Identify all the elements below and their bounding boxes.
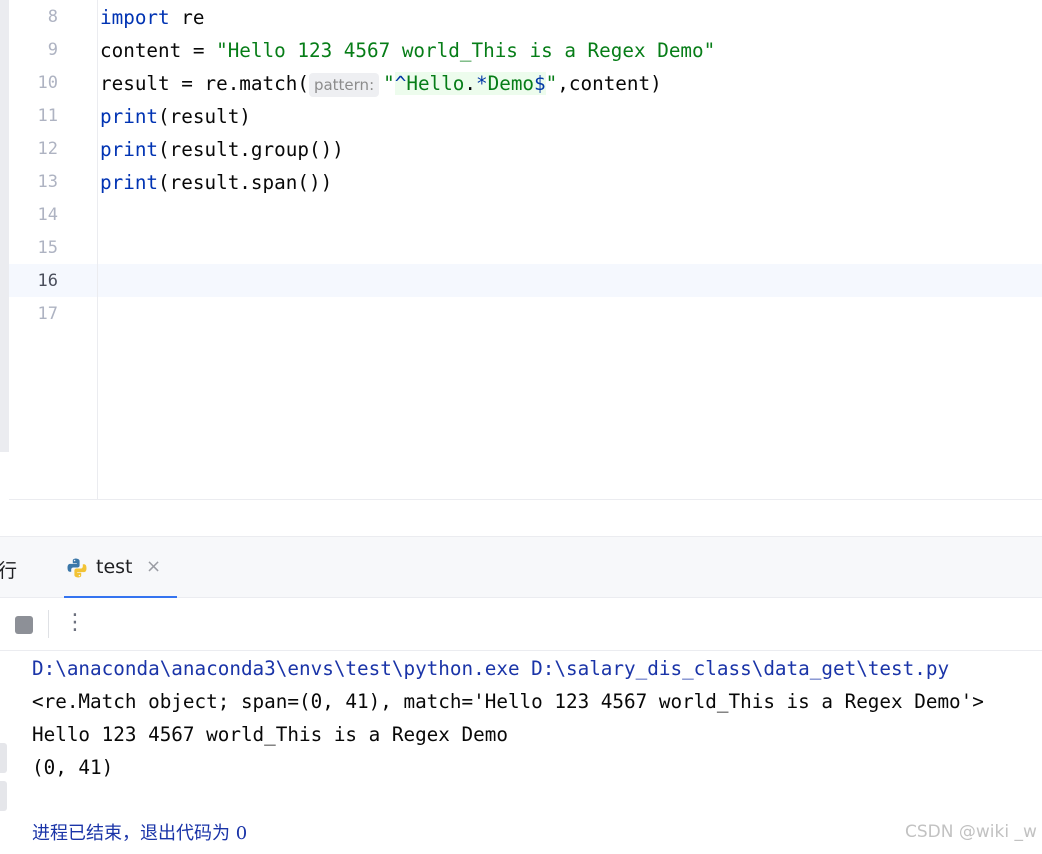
tab-label: test bbox=[96, 556, 133, 578]
line-number: 16 bbox=[37, 271, 58, 291]
tab-run[interactable]: 行 bbox=[0, 556, 17, 583]
toolbar-separator bbox=[48, 610, 49, 638]
code-line-16[interactable]: 16 bbox=[0, 265, 1042, 298]
run-toolbar: ⋮ bbox=[0, 598, 1042, 651]
code-token: ,content) bbox=[557, 72, 662, 95]
line-number: 15 bbox=[37, 238, 58, 258]
code-line-9[interactable]: 9 content = "Hello 123 4567 world_This i… bbox=[0, 34, 1042, 67]
code-text[interactable]: import re bbox=[100, 1, 204, 34]
console-command-line: D:\anaconda\anaconda3\envs\test\python.e… bbox=[32, 657, 950, 680]
scroll-marker bbox=[0, 781, 7, 811]
line-number: 11 bbox=[37, 106, 58, 126]
line-number: 17 bbox=[37, 304, 58, 324]
code-text[interactable]: print(result) bbox=[100, 100, 251, 133]
code-token: (result) bbox=[158, 105, 251, 128]
string-quote: " bbox=[383, 72, 395, 95]
code-token: (result.span()) bbox=[158, 171, 333, 194]
scroll-marker bbox=[0, 743, 7, 773]
stop-icon[interactable] bbox=[15, 616, 33, 634]
line-number: 10 bbox=[37, 73, 58, 93]
line-number: 9 bbox=[47, 40, 58, 60]
regex-literal: Demo bbox=[487, 72, 535, 95]
code-text[interactable]: content = "Hello 123 4567 world_This is … bbox=[100, 34, 715, 67]
regex-quantifier: * bbox=[476, 72, 488, 95]
code-text[interactable]: result = re.match(pattern: "^Hello.*Demo$… bbox=[100, 67, 662, 100]
regex-anchor: ^ bbox=[394, 72, 407, 95]
code-text[interactable]: print(result.span()) bbox=[100, 166, 332, 199]
code-line-11[interactable]: 11 print(result) bbox=[0, 100, 1042, 133]
regex-dot: . bbox=[464, 72, 476, 95]
code-token: content = bbox=[100, 39, 217, 62]
string-quote: " bbox=[545, 72, 558, 95]
code-line-12[interactable]: 12 print(result.group()) bbox=[0, 133, 1042, 166]
code-token: re bbox=[169, 6, 205, 29]
code-token: (result.group()) bbox=[158, 138, 344, 161]
process-exit-message: 进程已结束，退出代码为 0 bbox=[32, 823, 248, 844]
code-editor[interactable]: 8 import re 9 content = "Hello 123 4567 … bbox=[0, 0, 1042, 500]
more-options-icon[interactable]: ⋮ bbox=[64, 608, 86, 638]
code-line-14[interactable]: 14 bbox=[0, 199, 1042, 232]
code-text[interactable]: print(result.group()) bbox=[100, 133, 344, 166]
code-line-8[interactable]: 8 import re bbox=[0, 1, 1042, 34]
regex-injection: ^Hello.*Demo$ bbox=[394, 72, 546, 95]
line-number: 12 bbox=[37, 139, 58, 159]
parameter-hint: pattern: bbox=[308, 72, 380, 97]
code-line-15[interactable]: 15 bbox=[0, 232, 1042, 265]
regex-anchor: $ bbox=[534, 72, 546, 95]
panel-splitter[interactable] bbox=[0, 500, 1042, 537]
console-output-line: <re.Match object; span=(0, 41), match='H… bbox=[32, 690, 984, 713]
line-number: 14 bbox=[37, 205, 58, 225]
code-line-17[interactable]: 17 bbox=[0, 298, 1042, 331]
line-number: 8 bbox=[47, 7, 58, 27]
regex-literal: Hello bbox=[406, 72, 465, 95]
code-line-13[interactable]: 13 print(result.span()) bbox=[0, 166, 1042, 199]
builtin-function: print bbox=[100, 105, 159, 128]
line-number: 13 bbox=[37, 172, 58, 192]
code-line-10[interactable]: 10 result = re.match(pattern: "^Hello.*De… bbox=[0, 67, 1042, 100]
keyword: import bbox=[100, 6, 170, 29]
console-output-line: Hello 123 4567 world_This is a Regex Dem… bbox=[32, 723, 508, 746]
builtin-function: print bbox=[100, 171, 159, 194]
console-output-line: (0, 41) bbox=[32, 756, 114, 779]
close-icon[interactable]: × bbox=[146, 556, 161, 577]
tab-test[interactable]: test × bbox=[64, 548, 177, 599]
watermark: CSDN @wiki _w bbox=[905, 822, 1037, 842]
python-icon bbox=[66, 557, 88, 579]
string-literal: "Hello 123 4567 world_This is a Regex De… bbox=[216, 39, 716, 62]
code-token: result = re.match( bbox=[100, 72, 309, 95]
console-left-strip bbox=[0, 651, 10, 854]
builtin-function: print bbox=[100, 138, 159, 161]
console-output[interactable]: D:\anaconda\anaconda3\envs\test\python.e… bbox=[0, 651, 1042, 854]
